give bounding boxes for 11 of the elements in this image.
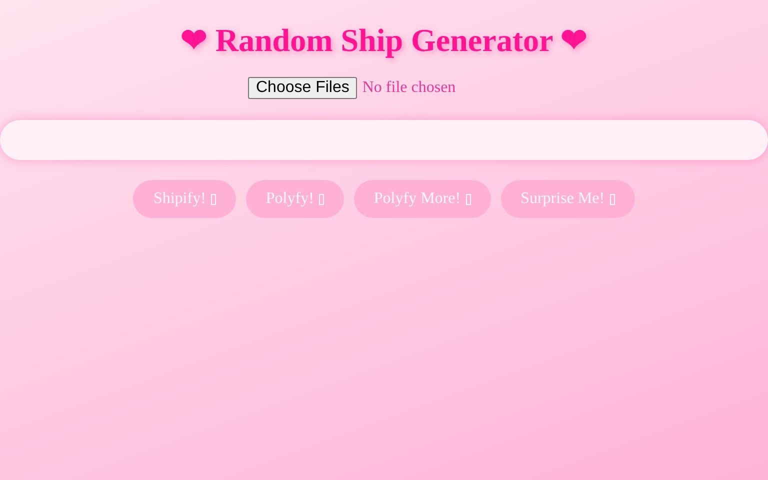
action-button[interactable]: Shipify! bbox=[133, 180, 236, 218]
missing-glyph-icon bbox=[210, 194, 216, 204]
missing-glyph-icon bbox=[466, 194, 471, 204]
action-button[interactable]: Surprise Me! bbox=[500, 180, 635, 218]
choose-files-button[interactable]: Choose Files bbox=[248, 77, 358, 99]
page-title: ❤ Random Ship Generator ❤ bbox=[180, 21, 588, 60]
action-button[interactable]: Polyfy! bbox=[246, 180, 344, 218]
missing-glyph-icon bbox=[318, 194, 324, 204]
missing-glyph-icon bbox=[610, 194, 615, 204]
action-button[interactable]: Polyfy More! bbox=[354, 180, 491, 218]
file-status: No file chosen bbox=[362, 78, 456, 98]
